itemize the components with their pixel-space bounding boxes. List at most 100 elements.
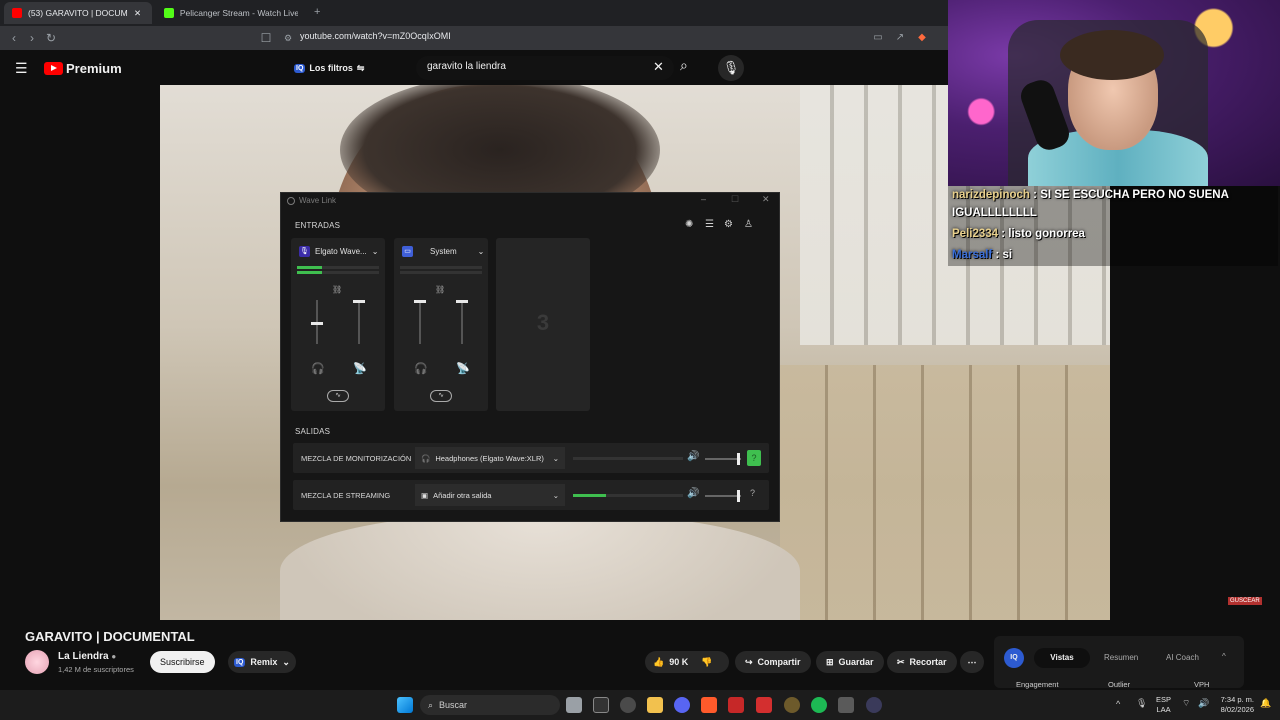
- app-icon[interactable]: [866, 697, 882, 713]
- tab-ai-coach[interactable]: AI Coach: [1166, 653, 1199, 662]
- stream-slider[interactable]: [353, 300, 365, 344]
- ear-icon[interactable]: ?: [750, 488, 755, 498]
- new-tab-button[interactable]: +: [314, 6, 320, 18]
- tab-resumen[interactable]: Resumen: [1104, 653, 1138, 662]
- taskbar-search[interactable]: ⌕ Buscar: [420, 695, 560, 715]
- volume-slider[interactable]: [705, 490, 741, 502]
- cast-icon[interactable]: ▭: [870, 30, 886, 46]
- wifi-icon[interactable]: ⌔: [1182, 698, 1190, 709]
- headphones-muted-icon[interactable]: 🎧: [311, 362, 325, 375]
- youtube-logo[interactable]: Premium: [44, 61, 122, 76]
- output-device-select[interactable]: 🎧 Headphones (Elgato Wave:XLR) ⌄: [415, 447, 565, 469]
- broadcast-icon[interactable]: 📡: [353, 362, 367, 375]
- effects-icon[interactable]: ✺: [685, 219, 693, 230]
- stream-slider[interactable]: [456, 300, 468, 344]
- language-indicator[interactable]: ESP LAA: [1156, 695, 1171, 715]
- url-field[interactable]: youtube.com/watch?v=mZ0OcqIxOMI: [300, 31, 451, 41]
- clip-button[interactable]: ✂ Recortar: [887, 651, 957, 673]
- output-monitor-mix: MEZCLA DE MONITORIZACIÓN 🎧 Headphones (E…: [293, 443, 769, 473]
- broadcast-icon[interactable]: 📡: [456, 362, 470, 375]
- mixer-icon[interactable]: ☰: [705, 219, 714, 230]
- like-count[interactable]: 90 K: [669, 657, 688, 667]
- headphones-icon[interactable]: 🎧: [414, 362, 428, 375]
- chat-message: Marsalf : si: [952, 249, 1013, 261]
- speaker-icon[interactable]: 🔊: [687, 488, 699, 499]
- channel-name-row[interactable]: La Liendra ●: [58, 651, 116, 662]
- discord-icon[interactable]: [674, 697, 690, 713]
- channel-avatar[interactable]: [25, 650, 49, 674]
- close-tab-icon[interactable]: ✕: [134, 8, 141, 19]
- chat-username: Peli2334: [952, 228, 999, 240]
- dislike-icon[interactable]: 👎: [701, 657, 712, 668]
- wavelink-logo-icon: [287, 196, 295, 205]
- x-app-icon[interactable]: [756, 697, 772, 713]
- tab-label: (53) GARAVITO | DOCUMENTAL: [28, 8, 128, 18]
- volume-icon[interactable]: 🔊: [1198, 698, 1209, 709]
- task-view-icon[interactable]: [566, 697, 582, 713]
- tab-kick[interactable]: Pelicanger Stream - Watch Live on K: [156, 2, 306, 24]
- more-actions-button[interactable]: ⋯: [960, 651, 984, 673]
- remix-button[interactable]: IQ Remix ⌄: [228, 651, 296, 673]
- vidiq-panel: IQ Vistas Resumen AI Coach ^ Engagement …: [994, 636, 1244, 689]
- maximize-button[interactable]: ☐: [731, 194, 739, 205]
- link-icon[interactable]: ⛓: [332, 285, 342, 294]
- brave-icon[interactable]: [701, 697, 717, 713]
- account-icon[interactable]: ♙: [744, 219, 753, 230]
- forward-icon[interactable]: ›: [24, 30, 40, 46]
- collapse-icon[interactable]: ^: [1222, 652, 1226, 661]
- volume-slider[interactable]: [705, 453, 741, 465]
- microphone-icon: 🎙: [299, 246, 310, 257]
- search-icon[interactable]: ⌕: [680, 57, 688, 74]
- region: LAA: [1156, 705, 1171, 714]
- clock[interactable]: 7:34 p. m. 8/02/2026: [1214, 695, 1254, 715]
- channel-name[interactable]: La Liendra: [58, 651, 109, 662]
- close-button[interactable]: ✕: [762, 194, 770, 205]
- notion-icon[interactable]: [593, 697, 609, 713]
- link-icon[interactable]: ⛓: [435, 285, 445, 294]
- monitor-slider[interactable]: [414, 300, 426, 344]
- obs-icon[interactable]: [620, 697, 636, 713]
- minimize-button[interactable]: –: [701, 194, 706, 204]
- filters-button[interactable]: IQ Los filtros ⇋: [288, 58, 370, 78]
- menu-icon[interactable]: ☰: [15, 60, 28, 77]
- voice-search-icon[interactable]: 🎙: [718, 55, 744, 81]
- save-button[interactable]: ⊞ Guardar: [816, 651, 884, 673]
- search-input[interactable]: garavito la liendra: [416, 56, 674, 80]
- tab-youtube[interactable]: (53) GARAVITO | DOCUMENTAL ✕: [4, 2, 152, 24]
- spotify-icon[interactable]: [811, 697, 827, 713]
- tab-vistas[interactable]: Vistas: [1034, 648, 1090, 668]
- wavelink-app-icon[interactable]: [728, 697, 744, 713]
- site-info-icon[interactable]: ⚙: [280, 30, 296, 46]
- waveform-icon[interactable]: ∿: [327, 390, 349, 402]
- monitor-slider[interactable]: [311, 300, 323, 344]
- reload-icon[interactable]: ↻: [43, 30, 59, 46]
- channel-header[interactable]: 🎙 Elgato Wave... ⌄: [299, 246, 378, 257]
- windows-start-icon[interactable]: [397, 697, 413, 713]
- output-level-meter: [573, 494, 683, 497]
- like-icon[interactable]: 👍: [653, 657, 664, 668]
- brave-shield-icon[interactable]: ◆: [914, 30, 930, 46]
- subscriber-count: 1,42 M de suscriptores: [58, 665, 134, 674]
- empty-channel-slot[interactable]: 3: [496, 238, 590, 411]
- back-icon[interactable]: ‹: [6, 30, 22, 46]
- tray-overflow-icon[interactable]: ^: [1116, 699, 1120, 709]
- share-button[interactable]: ↪ Compartir: [735, 651, 811, 673]
- output-device-select[interactable]: ▣ Añadir otra salida ⌄: [415, 484, 565, 506]
- channel-name: System: [430, 247, 457, 256]
- share-icon[interactable]: ↗: [892, 30, 908, 46]
- file-explorer-icon[interactable]: [647, 697, 663, 713]
- ear-icon[interactable]: ?: [747, 450, 761, 466]
- clip-label: Recortar: [909, 657, 947, 667]
- settings-icon[interactable]: ⚙: [724, 219, 733, 230]
- notifications-icon[interactable]: 🔔: [1260, 698, 1271, 709]
- clear-search-icon[interactable]: ✕: [653, 59, 664, 75]
- app-icon[interactable]: [784, 697, 800, 713]
- microphone-tray-icon[interactable]: 🎙: [1136, 698, 1147, 709]
- bookmark-icon[interactable]: ☐: [258, 30, 274, 46]
- channel-header[interactable]: ▭ System ⌄: [402, 246, 484, 257]
- subscribe-button[interactable]: Suscribirse: [150, 651, 215, 673]
- speaker-icon[interactable]: 🔊: [687, 451, 699, 462]
- waveform-icon[interactable]: ∿: [430, 390, 452, 402]
- app-window-icon[interactable]: [838, 697, 854, 713]
- save-label: Guardar: [838, 657, 874, 667]
